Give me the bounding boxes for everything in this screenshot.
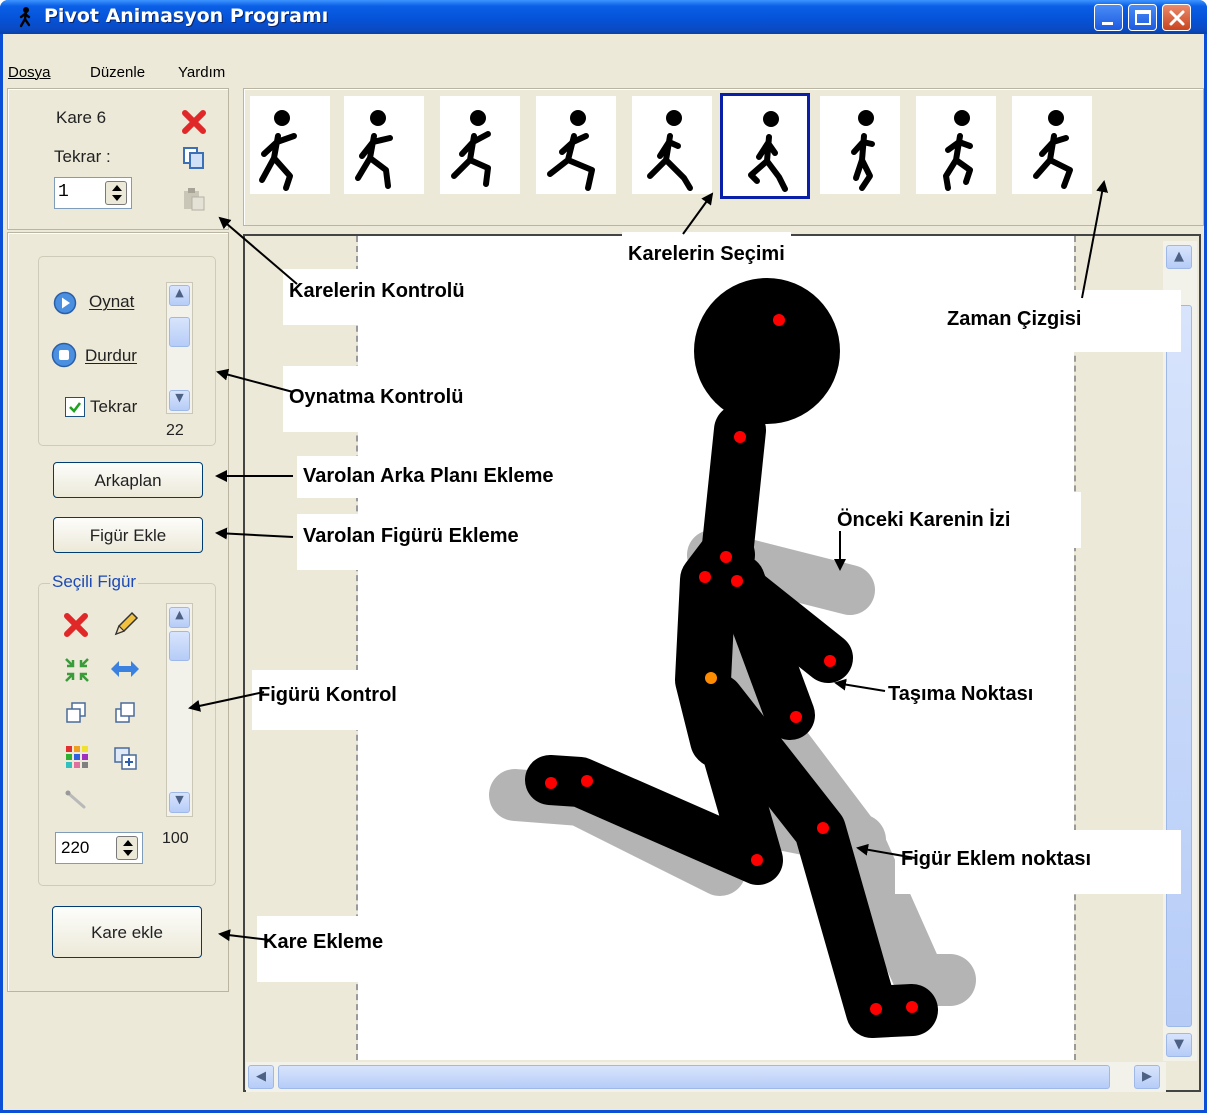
canvas-vertical-scrollbar[interactable]: ▲ ▼ (1163, 241, 1197, 1061)
callout-timeline: Zaman Çizgisi (941, 290, 1181, 352)
scroll-down-icon[interactable]: ▼ (1166, 1033, 1192, 1057)
callout-move-point: Taşıma Noktası (882, 672, 1040, 726)
callout-add-background: Varolan Arka Planı Ekleme (297, 456, 560, 498)
scroll-right-icon[interactable]: ▶ (1134, 1065, 1160, 1089)
figure-head (694, 278, 840, 424)
callout-figure-control: Figürü Kontrol (252, 670, 492, 730)
scroll-up-icon[interactable]: ▲ (1166, 245, 1192, 269)
canvas-horizontal-scrollbar[interactable]: ◀ ▶ (246, 1062, 1166, 1092)
callout-onion-skin: Önceki Karenin İzi (831, 492, 1081, 548)
scroll-left-icon[interactable]: ◀ (248, 1065, 274, 1089)
move-point (705, 672, 717, 684)
callout-add-figure: Varolan Figürü Ekleme (297, 514, 525, 570)
scroll-thumb[interactable] (278, 1065, 1110, 1089)
stick-figure-canvas[interactable] (0, 0, 1207, 1115)
scroll-thumb[interactable] (1166, 305, 1192, 1027)
callout-frame-selection: Karelerin Seçimi (622, 232, 791, 276)
callout-joint-point: Figür Eklem noktası (895, 830, 1181, 894)
callout-playback-control: Oynatma Kontrolü (283, 366, 513, 432)
callout-add-frame: Kare Ekleme (257, 916, 487, 982)
callout-frame-control: Karelerin Kontrolü (283, 269, 471, 325)
